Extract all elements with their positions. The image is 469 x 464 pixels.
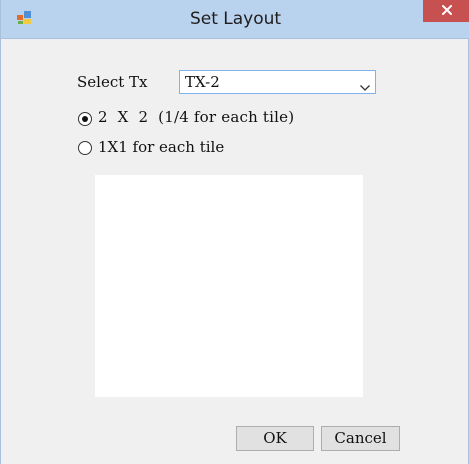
radio-1x1[interactable] [78,141,92,155]
close-button[interactable] [423,0,469,22]
radio-2x2[interactable] [78,112,92,126]
cancel-button[interactable]: Cancel [321,426,400,451]
title-bar[interactable]: Set Layout [1,0,469,39]
select-tx-value: TX-2 [185,73,220,91]
layout-preview-panel [95,175,363,397]
radio-1x1-label[interactable]: 1X1 for each tile [98,138,224,156]
set-layout-dialog: Set Layout Select Tx TX-2 2 X 2 (1/4 for… [0,0,469,464]
radio-selected-dot [82,116,88,122]
window-title: Set Layout [189,9,282,29]
select-tx-label: Select Tx [77,73,148,91]
radio-2x2-label[interactable]: 2 X 2 (1/4 for each tile) [98,108,294,126]
ok-button[interactable]: OK [236,426,314,451]
select-tx-dropdown[interactable]: TX-2 [179,70,376,94]
close-icon [441,2,452,20]
chevron-down-icon[interactable] [359,78,371,91]
